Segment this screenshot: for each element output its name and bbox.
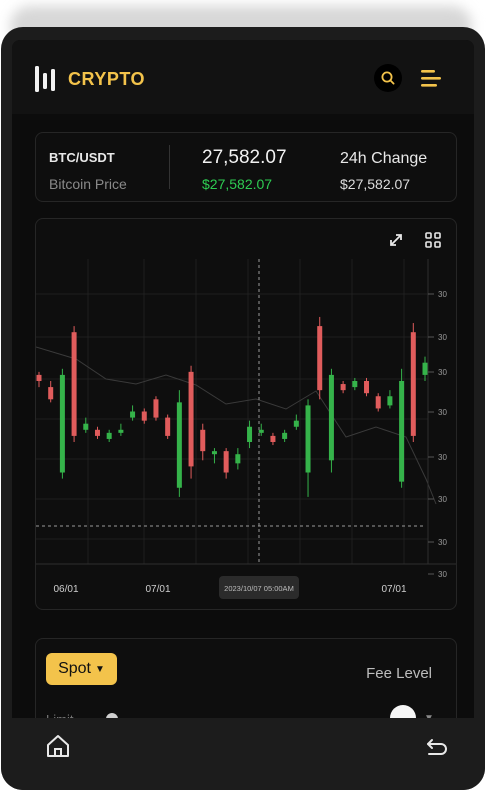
candlestick-chart[interactable]: 30 30 30 30 30 30 30 30 06/01 07/01 07/01 2023/10… — [36, 259, 456, 609]
candle-body — [352, 381, 358, 388]
candle-body — [340, 384, 346, 391]
candle-body — [130, 411, 136, 418]
price-chart[interactable]: 30 30 30 30 30 30 30 30 06/01 07/01 07/01 2023/10… — [35, 218, 457, 610]
candle-body — [399, 381, 405, 482]
y-tick-label: 30 — [438, 570, 447, 579]
phone-frame: CRYPTO BTC/USDT Bitcoin Price 27,582.07 … — [1, 27, 485, 790]
candle-body — [375, 396, 381, 409]
trading-pair[interactable]: BTC/USDT — [49, 150, 115, 165]
candle-body — [141, 411, 147, 421]
candle-body — [36, 374, 42, 381]
candle-body — [200, 429, 206, 452]
x-tick-label: 07/01 — [381, 584, 406, 595]
caret-down-icon: ▼ — [95, 663, 105, 675]
candle-body — [422, 362, 428, 375]
candle-body — [235, 454, 241, 464]
candle-body — [176, 402, 182, 488]
bottom-navbar — [1, 718, 485, 790]
candle-body — [317, 326, 323, 391]
ticker-summary: BTC/USDT Bitcoin Price 27,582.07 $27,582… — [35, 132, 457, 202]
candle-body — [71, 332, 77, 436]
price-usd: $27,582.07 — [202, 176, 273, 192]
expand-icon[interactable] — [386, 230, 406, 250]
candle-body — [188, 371, 194, 467]
candle-body — [83, 423, 89, 430]
crosshair-label: 2023/10/07 05:00AM — [224, 584, 294, 593]
spot-dropdown-button[interactable]: Spot ▼ — [46, 653, 117, 685]
shadow-line — [36, 346, 437, 505]
search-button[interactable] — [374, 64, 402, 92]
x-tick-label: 06/01 — [53, 584, 78, 595]
candle-body — [258, 429, 264, 433]
candle-body — [211, 451, 217, 455]
spot-label: Spot — [58, 660, 91, 677]
y-tick-label: 30 — [438, 495, 447, 504]
candle-body — [328, 374, 334, 461]
y-tick-label: 30 — [438, 333, 447, 342]
candle-body — [387, 396, 393, 406]
fee-level-link[interactable]: Fee Level — [366, 665, 432, 682]
app-screen: CRYPTO BTC/USDT Bitcoin Price 27,582.07 … — [12, 40, 474, 718]
candle-body — [118, 429, 124, 433]
y-tick-label: 30 — [438, 290, 447, 299]
coin-icon[interactable] — [390, 705, 416, 718]
candle-body — [106, 432, 112, 439]
home-icon[interactable] — [45, 733, 71, 759]
candle-body — [48, 387, 54, 400]
candle-body — [305, 405, 311, 473]
logo-icon — [35, 66, 55, 92]
candle-body — [59, 374, 65, 473]
candle-body — [364, 381, 370, 394]
candle-body — [282, 432, 288, 439]
candle-body — [270, 435, 276, 442]
candle-body — [410, 332, 416, 436]
menu-icon[interactable] — [419, 67, 443, 89]
order-panel: Spot ▼ Fee Level Limit ▼ — [35, 638, 457, 718]
y-tick-label: 30 — [438, 538, 447, 547]
candle-body — [247, 426, 253, 442]
y-tick-label: 30 — [438, 408, 447, 417]
change-value: $27,582.07 — [340, 176, 411, 192]
candle-body — [153, 399, 159, 418]
change-label: 24h Change — [340, 150, 428, 167]
candle-body — [223, 451, 229, 473]
y-tick-label: 30 — [438, 368, 447, 377]
app-header: CRYPTO — [12, 40, 474, 114]
back-icon[interactable] — [425, 736, 449, 756]
candle-body — [94, 429, 100, 436]
asset-name: Bitcoin Price — [49, 176, 127, 192]
grid-icon[interactable] — [423, 230, 443, 250]
candle-body — [293, 420, 299, 427]
last-price: 27,582.07 — [202, 147, 287, 168]
divider — [169, 145, 170, 189]
candle-body — [165, 417, 171, 436]
search-icon — [381, 71, 395, 85]
x-tick-label: 07/01 — [145, 584, 170, 595]
y-tick-label: 30 — [438, 453, 447, 462]
brand-name: CRYPTO — [68, 69, 146, 89]
